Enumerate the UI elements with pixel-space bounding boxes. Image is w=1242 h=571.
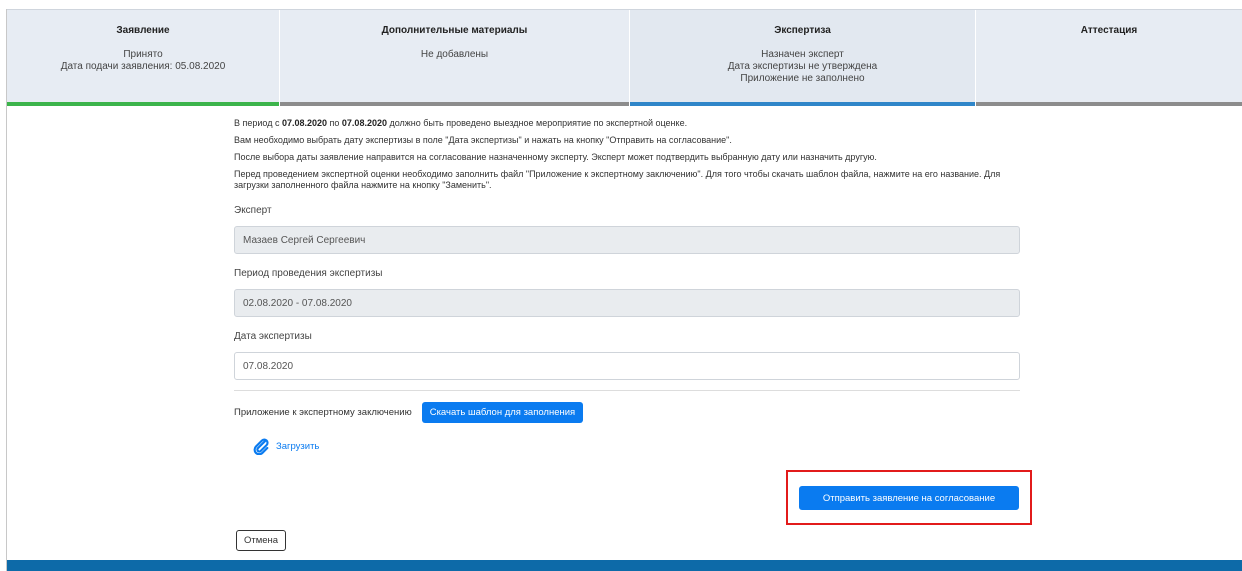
instruction-select-date: Вам необходимо выбрать дату экспертизы в… xyxy=(234,135,732,145)
step-progress-bar xyxy=(630,102,975,106)
expertise-form: В период с 07.08.2020 по 07.08.2020 долж… xyxy=(234,118,1024,455)
date-from: 07.08.2020 xyxy=(281,118,328,128)
download-template-button[interactable]: Скачать шаблон для заполнения xyxy=(421,402,584,423)
expertise-date-input[interactable]: 07.08.2020 xyxy=(234,352,1020,380)
step-expertise[interactable]: Экспертиза Назначен эксперт Дата эксперт… xyxy=(629,10,975,106)
text: по xyxy=(327,118,342,128)
step-title: Дополнительные материалы xyxy=(381,25,528,36)
instructions: В период с 07.08.2020 по 07.08.2020 долж… xyxy=(234,118,1024,191)
cancel-button[interactable]: Отмена xyxy=(236,530,287,551)
step-title: Экспертиза xyxy=(774,25,831,36)
upload-link[interactable]: Загрузить xyxy=(252,437,1024,455)
text: В период с xyxy=(234,118,282,128)
step-status: Приложение не заполнено xyxy=(740,73,865,84)
step-title: Заявление xyxy=(116,25,170,36)
step-application[interactable]: Заявление Принято Дата подачи заявления:… xyxy=(7,10,279,106)
progress-steps: Заявление Принято Дата подачи заявления:… xyxy=(7,9,1242,106)
upload-label[interactable]: Загрузить xyxy=(276,441,319,452)
attachment-label: Приложение к экспертному заключению xyxy=(234,407,412,418)
expertise-date-label: Дата экспертизы xyxy=(234,331,312,342)
step-title: Аттестация xyxy=(1080,25,1138,36)
page-left-margin xyxy=(0,9,7,571)
step-progress-bar xyxy=(7,102,279,106)
paperclip-icon xyxy=(253,438,269,455)
step-status: Дата экспертизы не утверждена xyxy=(727,61,878,72)
step-progress-bar xyxy=(280,102,629,106)
footer-bar xyxy=(7,560,1242,571)
attachment-row: Приложение к экспертному заключению Скач… xyxy=(234,402,1024,423)
step-status: Не добавлены xyxy=(420,49,489,60)
instruction-period: В период с 07.08.2020 по 07.08.2020 долж… xyxy=(234,118,1024,129)
instruction-attachment: Перед проведением экспертной оценки необ… xyxy=(234,169,1001,190)
period-label: Период проведения экспертизы xyxy=(234,268,383,279)
divider xyxy=(234,390,1020,391)
instruction-approval: После выбора даты заявление направится н… xyxy=(234,152,877,162)
send-for-approval-button[interactable]: Отправить заявление на согласование xyxy=(799,486,1019,510)
step-submit-date: Дата подачи заявления: 05.08.2020 xyxy=(60,61,226,72)
expert-field: Мазаев Сергей Сергеевич xyxy=(234,226,1020,254)
expert-label: Эксперт xyxy=(234,205,272,216)
step-status: Принято xyxy=(123,49,163,60)
step-attestation[interactable]: Аттестация xyxy=(975,10,1242,106)
step-additional-materials[interactable]: Дополнительные материалы Не добавлены xyxy=(279,10,629,106)
date-to: 07.08.2020 xyxy=(341,118,387,128)
text: должно быть проведено выездное мероприят… xyxy=(386,118,688,128)
step-status: Назначен эксперт xyxy=(761,49,844,60)
step-progress-bar xyxy=(976,102,1242,106)
period-field: 02.08.2020 - 07.08.2020 xyxy=(234,289,1020,317)
page-top-margin xyxy=(0,0,1242,9)
